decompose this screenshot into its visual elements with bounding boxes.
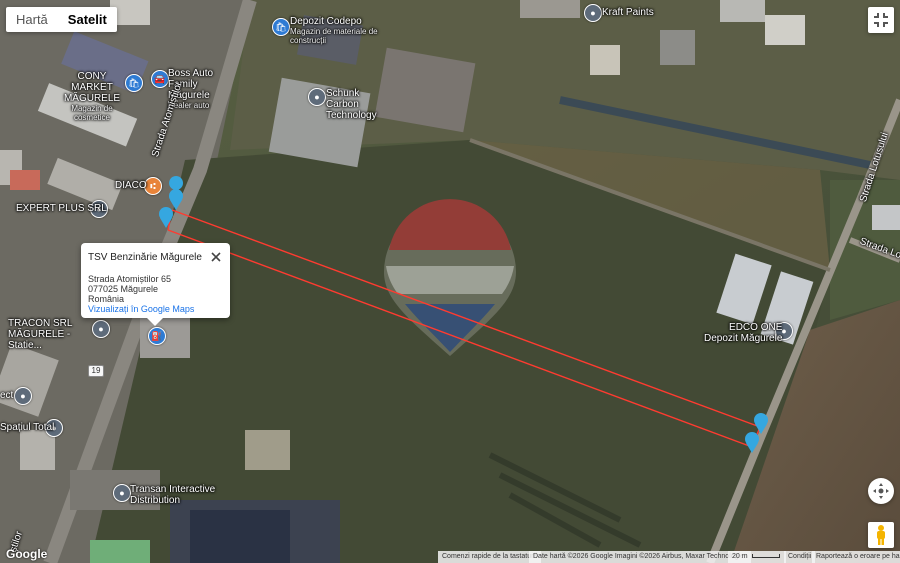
car-pin-icon[interactable]: 🚘: [151, 70, 169, 88]
label-cony-market[interactable]: CONY MARKET MĂGURELE Magazin de cosmetic…: [58, 71, 126, 122]
store-pin-icon[interactable]: 🛍: [125, 74, 143, 92]
place-pin-icon[interactable]: ●: [584, 4, 602, 22]
view-in-google-maps-link[interactable]: Vizualizați în Google Maps: [88, 304, 194, 314]
label-edco-one[interactable]: EDCO ONE Depozit Măgurele: [704, 322, 782, 344]
label-schunk[interactable]: Schunk Carbon Technology: [326, 88, 390, 121]
label-kraft-paints[interactable]: Kraft Paints: [602, 7, 654, 18]
place-pin-icon[interactable]: ●: [113, 484, 131, 502]
label-depozit-codepo[interactable]: Depozit Codepo Magazin de materiale de c…: [290, 16, 380, 45]
info-window: TSV Benzinărie Măgurele Strada Atomiștil…: [81, 243, 230, 326]
store-pin-icon[interactable]: 🛍: [272, 18, 290, 36]
keyboard-shortcuts-link[interactable]: Comenzi rapide de la tastatură: [438, 551, 542, 563]
report-error-link[interactable]: Raportează o eroare pe hartă: [812, 551, 900, 563]
info-window-address-2: 077025 Măgurele: [88, 284, 159, 294]
pegman-icon: [877, 525, 885, 545]
pegman-button[interactable]: [868, 522, 894, 548]
road-shield: 19: [88, 365, 104, 377]
info-window-address-3: România: [88, 294, 125, 304]
label-ect[interactable]: ect: [0, 390, 13, 401]
close-icon: [211, 252, 221, 262]
label-transan[interactable]: Transan Interactive Distribution: [130, 484, 220, 506]
camera-control-button[interactable]: [868, 478, 894, 504]
map-data-attribution: Date hartă ©2026 Google Imagini ©2026 Ai…: [529, 551, 752, 563]
fullscreen-button[interactable]: [868, 7, 894, 33]
map-type-satellite-button[interactable]: Satelit: [58, 12, 117, 27]
label-spatiul-total[interactable]: Spațiul Total: [0, 422, 54, 433]
info-window-title: TSV Benzinărie Măgurele: [88, 252, 202, 263]
terms-link[interactable]: Condiții: [784, 551, 816, 563]
label-diaco[interactable]: DIACO: [115, 180, 147, 191]
scale-bar[interactable]: 20 m: [728, 551, 786, 563]
place-pin-icon[interactable]: ●: [14, 387, 32, 405]
map-type-map-button[interactable]: Hartă: [6, 12, 58, 27]
place-pin-icon[interactable]: ●: [92, 320, 110, 338]
fuel-pin-icon[interactable]: ⛽: [148, 327, 166, 345]
camera-control-icon: [873, 483, 889, 499]
label-tracon[interactable]: TRACON SRL MĂGURELE - Statie...: [8, 318, 94, 351]
info-window-address-1: Strada Atomiștilor 65: [88, 274, 172, 284]
place-pin-icon[interactable]: ●: [308, 88, 326, 106]
close-button[interactable]: [208, 249, 224, 265]
google-logo[interactable]: Google: [6, 547, 47, 561]
map-type-toggle[interactable]: Hartă Satelit: [6, 7, 117, 32]
label-expert-plus[interactable]: EXPERT PLUS SRL: [16, 203, 107, 214]
fullscreen-exit-icon: [874, 13, 888, 27]
